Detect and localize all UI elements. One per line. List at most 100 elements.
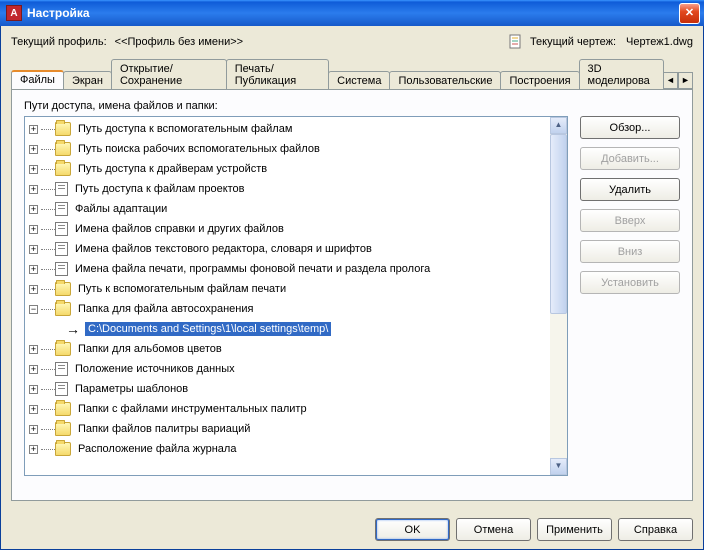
expand-icon[interactable]: + xyxy=(29,265,38,274)
tab-drafting[interactable]: Построения xyxy=(500,71,579,90)
tree-item[interactable]: + Путь доступа к драйверам устройств xyxy=(25,159,550,179)
tree-item-label[interactable]: Расположение файла журнала xyxy=(75,442,239,456)
expand-icon[interactable]: + xyxy=(29,225,38,234)
expand-icon[interactable]: + xyxy=(29,445,38,454)
scroll-down-button[interactable]: ▼ xyxy=(550,458,567,475)
folder-icon xyxy=(55,302,71,316)
delete-button[interactable]: Удалить xyxy=(580,178,680,201)
tab-scroll-right[interactable]: ► xyxy=(678,72,693,89)
close-button[interactable]: ✕ xyxy=(679,3,700,24)
collapse-icon[interactable]: − xyxy=(29,305,38,314)
tree-item[interactable]: + Путь доступа к файлам проектов xyxy=(25,179,550,199)
file-icon xyxy=(55,202,68,216)
tree-item-label[interactable]: Имена файлов текстового редактора, слова… xyxy=(72,242,375,256)
file-icon xyxy=(55,262,68,276)
current-profile-label: Текущий профиль: xyxy=(11,36,107,48)
up-button[interactable]: Вверх xyxy=(580,209,680,232)
tree-item[interactable]: + Имена файлов справки и других файлов xyxy=(25,219,550,239)
file-icon xyxy=(55,382,68,396)
tab-print[interactable]: Печать/Публикация xyxy=(226,59,329,90)
tab-scroll-left[interactable]: ◄ xyxy=(663,72,678,89)
tree-item-label[interactable]: Имена файлов справки и других файлов xyxy=(72,222,287,236)
vertical-scrollbar[interactable]: ▲ ▼ xyxy=(550,117,567,475)
tree-item-label[interactable]: Путь поиска рабочих вспомогательных файл… xyxy=(75,142,323,156)
tree-item-label[interactable]: Путь доступа к драйверам устройств xyxy=(75,162,270,176)
tab-bar: Файлы Экран Открытие/Сохранение Печать/П… xyxy=(11,58,693,89)
tree-item[interactable]: + Папки для альбомов цветов xyxy=(25,339,550,359)
tree-item[interactable]: + Имена файла печати, программы фоновой п… xyxy=(25,259,550,279)
expand-icon[interactable]: + xyxy=(29,345,38,354)
tree-item-label[interactable]: Путь к вспомогательным файлам печати xyxy=(75,282,289,296)
window-title: Настройка xyxy=(27,6,679,20)
tree-item-label[interactable]: Папки файлов палитры вариаций xyxy=(75,422,253,436)
help-button[interactable]: Справка xyxy=(618,518,693,541)
tab-scroll-group: ◄ ► xyxy=(663,72,693,89)
current-drawing-name: Чертеж1.dwg xyxy=(626,36,693,48)
tab-system[interactable]: Система xyxy=(328,71,390,90)
browse-button[interactable]: Обзор... xyxy=(580,116,680,139)
scroll-track[interactable] xyxy=(550,134,567,458)
expand-icon[interactable]: + xyxy=(29,385,38,394)
file-icon xyxy=(55,242,68,256)
current-drawing-label: Текущий чертеж: xyxy=(530,36,616,48)
expand-icon[interactable]: + xyxy=(29,285,38,294)
tree-item[interactable]: + Путь к вспомогательным файлам печати xyxy=(25,279,550,299)
folder-icon xyxy=(55,122,71,136)
expand-icon[interactable]: + xyxy=(29,245,38,254)
tree-item[interactable]: + Расположение файла журнала xyxy=(25,439,550,459)
tree-item-label[interactable]: C:\Documents and Settings\1\local settin… xyxy=(85,322,331,336)
file-icon xyxy=(55,222,68,236)
tree-item[interactable]: + Путь доступа к вспомогательным файлам xyxy=(25,119,550,139)
expand-icon[interactable]: + xyxy=(29,365,38,374)
tree-item-label[interactable]: Положение источников данных xyxy=(72,362,238,376)
scroll-thumb[interactable] xyxy=(550,134,567,314)
set-button[interactable]: Установить xyxy=(580,271,680,294)
ok-button[interactable]: OK xyxy=(375,518,450,541)
tree-item-label[interactable]: Путь доступа к файлам проектов xyxy=(72,182,248,196)
tab-user[interactable]: Пользовательские xyxy=(389,71,501,90)
tree-item[interactable]: − Папка для файла автосохранения xyxy=(25,299,550,319)
add-button[interactable]: Добавить... xyxy=(580,147,680,170)
folder-icon xyxy=(55,142,71,156)
expand-icon[interactable]: + xyxy=(29,165,38,174)
folder-icon xyxy=(55,342,71,356)
tab-open-save[interactable]: Открытие/Сохранение xyxy=(111,59,227,90)
tree-item-label[interactable]: Имена файла печати, программы фоновой пе… xyxy=(72,262,433,276)
folder-icon xyxy=(55,282,71,296)
file-icon xyxy=(55,362,68,376)
tree-item-label[interactable]: Файлы адаптации xyxy=(72,202,170,216)
tree-item-label[interactable]: Папка для файла автосохранения xyxy=(75,302,256,316)
file-icon xyxy=(55,182,68,196)
down-button[interactable]: Вниз xyxy=(580,240,680,263)
paths-label: Пути доступа, имена файлов и папки: xyxy=(24,100,680,112)
apply-button[interactable]: Применить xyxy=(537,518,612,541)
tree-item-label[interactable]: Папки для альбомов цветов xyxy=(75,342,225,356)
expand-icon[interactable]: + xyxy=(29,205,38,214)
tree-item[interactable]: + Положение источников данных xyxy=(25,359,550,379)
tree-item[interactable]: + Папки файлов палитры вариаций xyxy=(25,419,550,439)
tree-item-label[interactable]: Папки с файлами инструментальных палитр xyxy=(75,402,310,416)
tree-item[interactable]: + Имена файлов текстового редактора, слов… xyxy=(25,239,550,259)
tree-item[interactable]: + Путь поиска рабочих вспомогательных фай… xyxy=(25,139,550,159)
side-buttons: Обзор... Добавить... Удалить Вверх Вниз … xyxy=(580,116,680,476)
tree-item[interactable]: + Папки с файлами инструментальных палитр xyxy=(25,399,550,419)
tree-item-label[interactable]: Параметры шаблонов xyxy=(72,382,191,396)
bottom-buttons: OK Отмена Применить Справка xyxy=(375,518,693,541)
tree-item[interactable]: →C:\Documents and Settings\1\local setti… xyxy=(25,319,550,339)
expand-icon[interactable]: + xyxy=(29,425,38,434)
expand-icon[interactable]: + xyxy=(29,145,38,154)
tab-files[interactable]: Файлы xyxy=(11,70,64,89)
tree-item-label[interactable]: Путь доступа к вспомогательным файлам xyxy=(75,122,295,136)
tree-view[interactable]: + Путь доступа к вспомогательным файлам + П… xyxy=(24,116,568,476)
app-icon: A xyxy=(6,5,22,21)
expand-icon[interactable]: + xyxy=(29,185,38,194)
folder-icon xyxy=(55,162,71,176)
expand-icon[interactable]: + xyxy=(29,405,38,414)
tab-screen[interactable]: Экран xyxy=(63,71,112,90)
tree-item[interactable]: + Параметры шаблонов xyxy=(25,379,550,399)
tree-item[interactable]: + Файлы адаптации xyxy=(25,199,550,219)
cancel-button[interactable]: Отмена xyxy=(456,518,531,541)
tab-3d[interactable]: 3D моделирова xyxy=(579,59,664,90)
expand-icon[interactable]: + xyxy=(29,125,38,134)
scroll-up-button[interactable]: ▲ xyxy=(550,117,567,134)
